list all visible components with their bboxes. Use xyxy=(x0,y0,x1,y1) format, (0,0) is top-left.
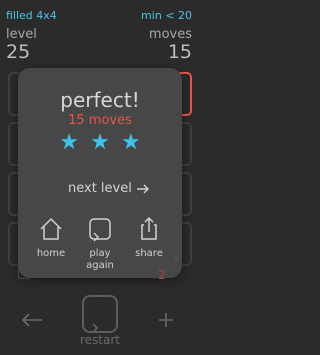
restart-label: restart xyxy=(79,333,120,347)
star-icon: ★ xyxy=(90,130,110,155)
dialog-actions: home play again share xyxy=(18,216,182,271)
restart-button[interactable] xyxy=(82,295,118,333)
level-complete-dialog: perfect! 15 moves ★ ★ ★ next level home … xyxy=(18,68,182,278)
board-hint-glyph: ⚡ xyxy=(172,252,181,266)
mode-label: filled 4x4 xyxy=(6,9,57,22)
star-rating: ★ ★ ★ xyxy=(18,130,182,156)
back-arrow-icon[interactable] xyxy=(20,312,44,328)
goal-label: min < 20 xyxy=(141,9,192,22)
hud: filled 4x4 min < 20 level moves 25 15 xyxy=(0,0,200,70)
moves-result: 15 moves xyxy=(68,113,132,128)
bottom-bar: restart xyxy=(0,290,200,355)
restart-icon xyxy=(92,323,98,331)
play-again-button[interactable]: play again xyxy=(75,216,125,272)
play-again-line2: again xyxy=(86,260,114,271)
level-value: 25 xyxy=(6,41,31,63)
share-label: share xyxy=(135,248,163,259)
share-icon xyxy=(141,216,157,240)
moves-label: moves xyxy=(148,27,192,42)
next-level-button[interactable]: next level xyxy=(68,181,150,196)
share-button[interactable]: share xyxy=(124,216,174,260)
play-again-line1: play xyxy=(89,248,111,259)
star-icon: ★ xyxy=(120,130,141,155)
home-button[interactable]: home xyxy=(26,216,76,260)
dialog-title: perfect! xyxy=(60,88,140,112)
arrow-right-icon xyxy=(136,184,149,193)
home-label: home xyxy=(36,248,66,259)
replay-icon xyxy=(89,218,111,242)
moves-value: 15 xyxy=(167,41,192,63)
level-label: level xyxy=(6,27,37,42)
next-level-label: next level xyxy=(68,181,132,196)
star-icon: ★ xyxy=(59,130,80,155)
board-hint-glyph: 2 xyxy=(158,268,166,282)
play-again-label: play again xyxy=(75,248,125,272)
home-icon xyxy=(40,218,62,240)
plus-icon[interactable] xyxy=(158,312,174,328)
